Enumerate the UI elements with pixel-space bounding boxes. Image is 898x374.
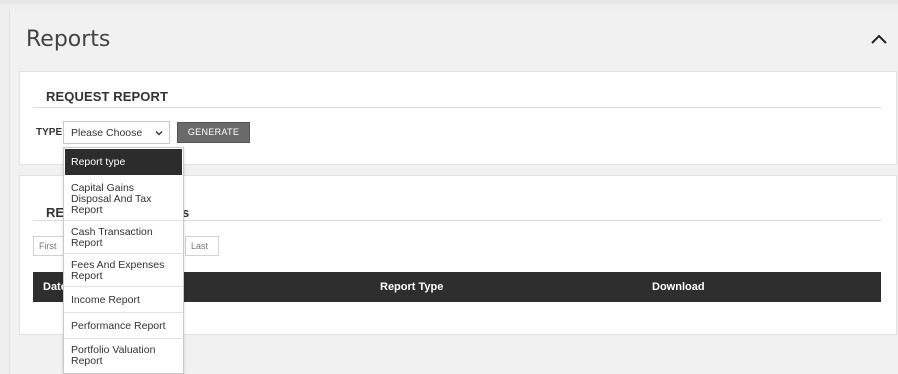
type-label: TYPE	[36, 127, 63, 138]
page-title: Reports	[26, 27, 111, 52]
dropdown-header: Report type	[65, 149, 182, 175]
generate-button[interactable]: GENERATE	[177, 122, 250, 143]
report-type-select-value: Please Choose	[71, 127, 143, 139]
request-report-heading: REQUEST REPORT	[46, 89, 169, 104]
dropdown-option-fees-and-expenses[interactable]: Fees And Expenses Report	[64, 253, 183, 286]
report-type-dropdown: Report type Capital Gains Disposal And T…	[63, 147, 184, 374]
column-header-report-type[interactable]: Report Type	[380, 281, 443, 293]
dropdown-option-income[interactable]: Income Report	[64, 286, 183, 312]
section-divider	[33, 107, 881, 108]
dropdown-option-cash-transaction[interactable]: Cash Transaction Report	[64, 220, 183, 253]
dropdown-option-capital-gains[interactable]: Capital Gains Disposal And Tax Report	[64, 176, 183, 220]
reports-list-heading: RE	[46, 205, 65, 220]
report-type-select[interactable]: Please Choose	[63, 121, 170, 144]
chevron-down-icon	[155, 131, 163, 136]
column-header-download[interactable]: Download	[652, 281, 705, 293]
pager-last-button[interactable]: Last	[185, 236, 219, 256]
pager-first-button[interactable]: First	[33, 236, 65, 256]
dropdown-option-performance[interactable]: Performance Report	[64, 312, 183, 338]
column-header-date[interactable]: Date	[43, 281, 65, 293]
dropdown-option-portfolio-valuation[interactable]: Portfolio Valuation Report	[64, 338, 183, 371]
top-divider	[0, 0, 898, 4]
chevron-up-icon[interactable]	[868, 30, 890, 48]
